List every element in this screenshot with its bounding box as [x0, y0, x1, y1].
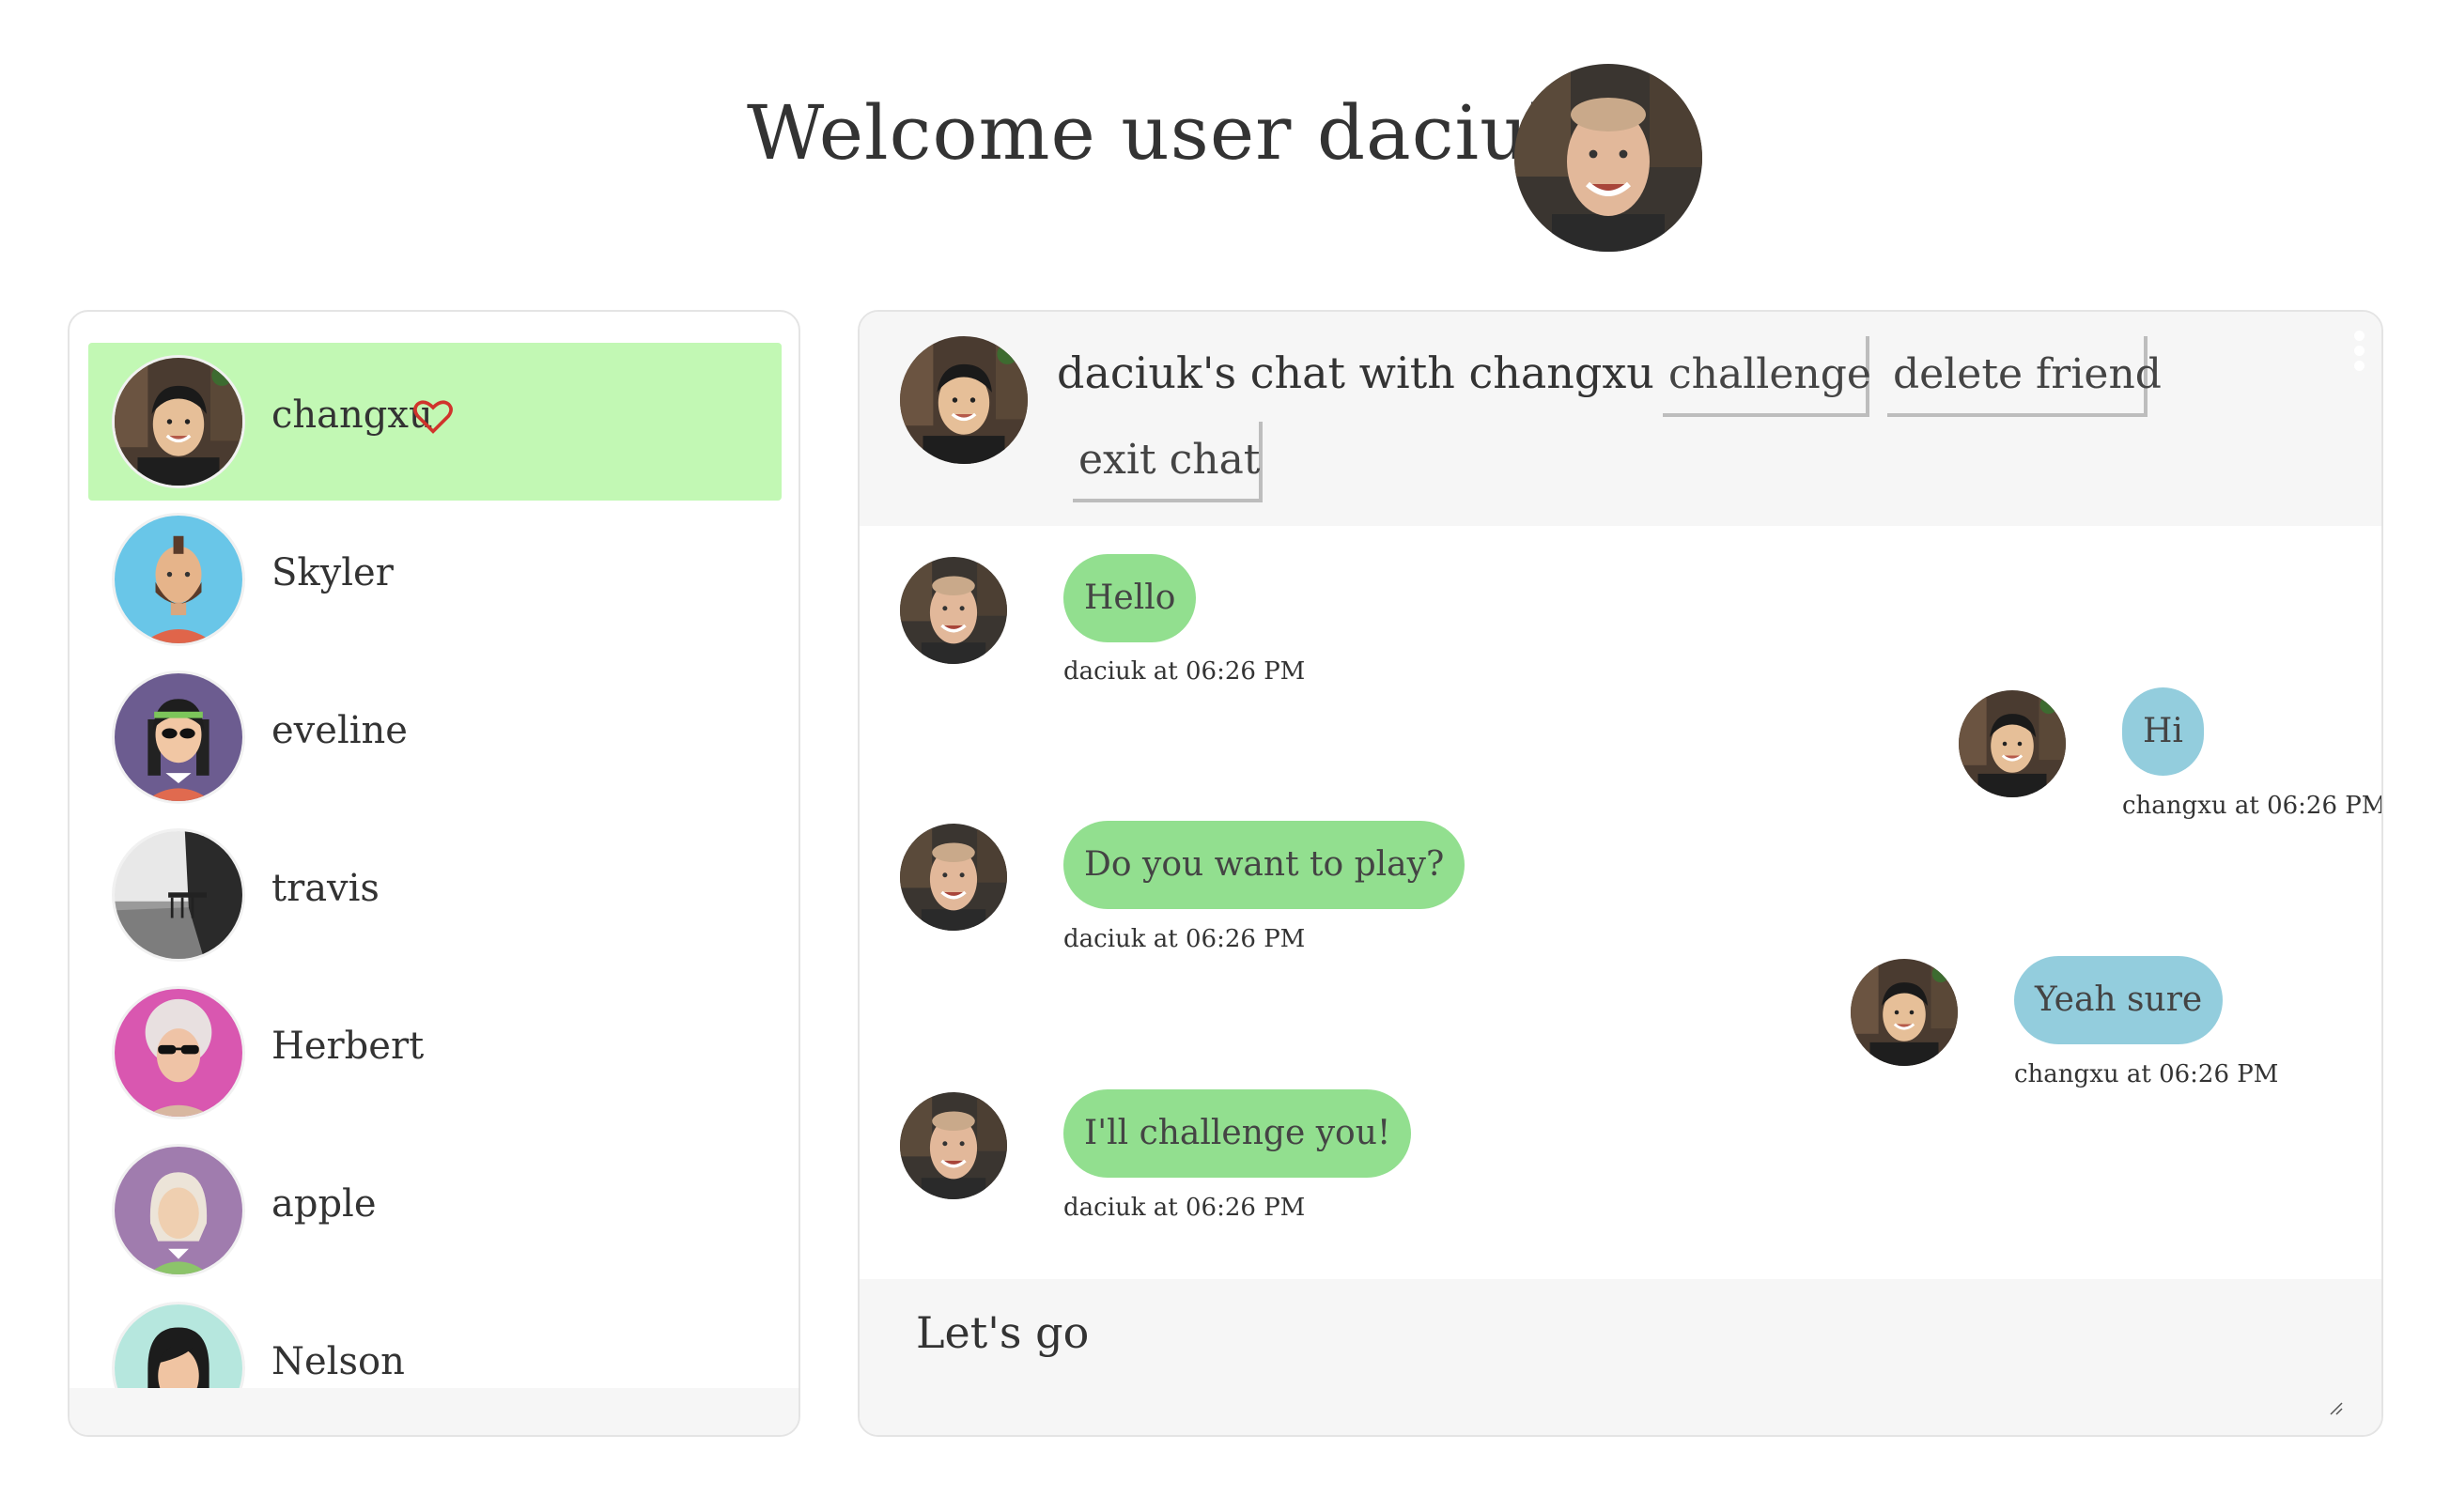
friend-name: travis — [271, 867, 380, 910]
message-bubble: Do you want to play? — [1063, 821, 1465, 909]
delete-friend-button[interactable]: delete friend — [1887, 336, 2162, 417]
message-meta: daciuk at 06:26 PM — [1063, 925, 1306, 953]
friend-avatar — [115, 989, 242, 1117]
chat-title: daciuk's chat with changxu — [1057, 347, 1654, 398]
friend-avatar — [115, 1147, 242, 1274]
friend-item[interactable]: apple — [88, 1132, 782, 1289]
friends-list[interactable]: changxu Skyler eveline travis Herbert apple Ne… — [88, 343, 782, 1388]
message-input[interactable] — [916, 1307, 2306, 1411]
resize-grip-icon[interactable] — [2329, 1401, 2344, 1416]
message-avatar — [1959, 690, 2066, 797]
friend-name: Herbert — [271, 1025, 425, 1068]
message-avatar — [900, 824, 1007, 931]
friend-item[interactable]: Nelson — [88, 1289, 782, 1388]
message-composer — [860, 1279, 2381, 1435]
friends-panel: changxu Skyler eveline travis Herbert apple Ne… — [68, 310, 800, 1437]
chat-partner-avatar — [900, 336, 1028, 464]
friend-avatar — [115, 516, 242, 643]
message-meta: daciuk at 06:26 PM — [1063, 1194, 1306, 1222]
friend-name: changxu — [271, 393, 433, 437]
friend-name: Skyler — [271, 551, 394, 594]
page-header: Welcome user daciuk — [0, 38, 2450, 263]
friend-item[interactable]: travis — [88, 816, 782, 974]
heart-icon[interactable] — [412, 397, 454, 435]
friend-item[interactable]: changxu — [88, 343, 782, 501]
message-avatar — [1851, 959, 1958, 1066]
message-avatar — [900, 1092, 1007, 1199]
friends-panel-footer — [70, 1388, 799, 1435]
friend-name: Nelson — [271, 1340, 405, 1383]
message-bubble: Hello — [1063, 554, 1197, 642]
more-options-icon[interactable] — [2351, 331, 2366, 372]
friend-item[interactable]: Herbert — [88, 974, 782, 1132]
message-bubble: I'll challenge you! — [1063, 1089, 1412, 1178]
friend-name: eveline — [271, 709, 408, 752]
message-meta: changxu at 06:26 PM — [2122, 792, 2383, 820]
message-meta: changxu at 06:26 PM — [2014, 1060, 2279, 1088]
friend-item[interactable]: eveline — [88, 658, 782, 816]
user-avatar — [1514, 64, 1702, 252]
message-bubble: Yeah sure — [2014, 956, 2224, 1044]
exit-chat-button[interactable]: exit chat — [1073, 422, 1263, 502]
friend-item[interactable]: Skyler — [88, 501, 782, 658]
message-list: Hello daciuk at 06:26 PM Hi changxu at 06:2… — [860, 526, 2381, 1277]
friend-name: apple — [271, 1182, 377, 1226]
welcome-title: Welcome user daciuk — [747, 89, 1576, 177]
friend-avatar — [115, 673, 242, 801]
challenge-button[interactable]: challenge — [1663, 336, 1871, 417]
message-meta: daciuk at 06:26 PM — [1063, 657, 1306, 686]
friend-avatar — [115, 358, 242, 486]
chat-panel: daciuk's chat with changxu challenge del… — [858, 310, 2383, 1437]
friend-avatar — [115, 1304, 242, 1388]
chat-header: daciuk's chat with changxu challenge del… — [860, 312, 2381, 526]
message-bubble: Hi — [2122, 687, 2204, 776]
friend-avatar — [115, 831, 242, 959]
message-avatar — [900, 557, 1007, 664]
